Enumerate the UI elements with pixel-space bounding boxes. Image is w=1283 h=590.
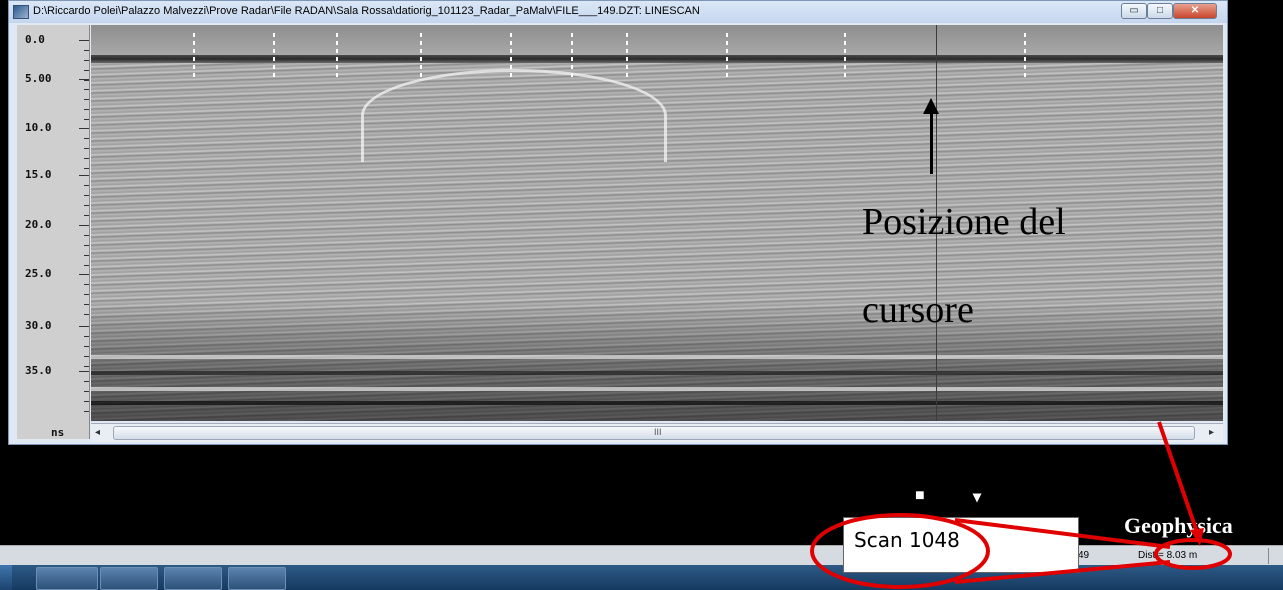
pointer-arrow-shaft xyxy=(1157,421,1199,533)
pointer-arrow-head xyxy=(1190,528,1204,546)
connector-line xyxy=(954,560,1171,584)
scan-highlight-ellipse xyxy=(810,513,990,589)
highlight-overlay xyxy=(810,421,1232,589)
